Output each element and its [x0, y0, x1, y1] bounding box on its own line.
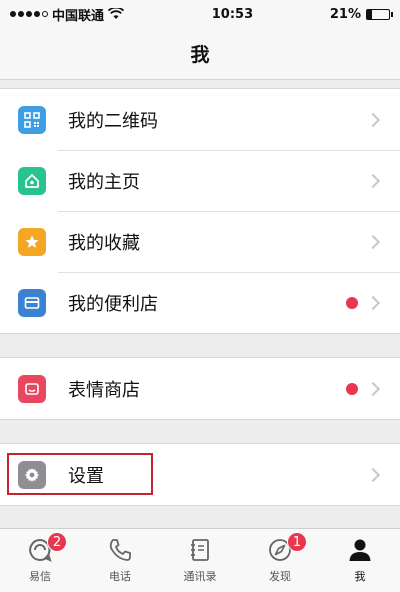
tab-phone[interactable]: 电话	[80, 529, 160, 592]
menu-item-label: 我的收藏	[68, 232, 140, 254]
menu-item-qr-code[interactable]: 我的二维码	[0, 89, 400, 150]
battery-level	[367, 9, 372, 19]
tab-contacts[interactable]: 通讯录	[160, 529, 240, 592]
clock: 10:53	[211, 6, 254, 22]
tab-label: 电话	[109, 570, 131, 583]
emoji-store-icon	[18, 374, 46, 403]
notification-dot	[346, 296, 358, 309]
notification-dot	[346, 382, 358, 395]
tab-bar: 2 易信 电话 通讯录 1 发现 我	[0, 528, 400, 592]
menu-item-store[interactable]: 我的便利店	[0, 272, 400, 333]
page-title: 我	[190, 44, 210, 66]
chevron-right-icon	[365, 467, 381, 482]
menu-item-label: 我的便利店	[68, 293, 158, 315]
wifi-icon	[108, 8, 125, 20]
menu-item-sticker-store[interactable]: 表情商店	[0, 358, 400, 419]
carrier-label: 中国联通	[52, 8, 105, 24]
sticker-store-group: 表情商店	[0, 357, 400, 420]
chat-icon: 2	[25, 532, 67, 565]
unread-badge: 1	[287, 532, 307, 552]
contacts-icon	[185, 535, 215, 565]
person-icon	[345, 535, 375, 565]
menu-item-label: 表情商店	[68, 379, 140, 401]
tab-label: 通讯录	[183, 570, 217, 583]
status-bar: 中国联通 10:53 21%	[0, 0, 400, 28]
home-icon	[18, 166, 46, 195]
chevron-right-icon	[365, 173, 381, 188]
chevron-right-icon	[365, 381, 381, 396]
battery-icon	[366, 8, 393, 20]
profile-menu-group: 我的二维码 我的主页 我的收藏 我的便利店	[0, 88, 400, 334]
highlight-box	[7, 453, 153, 495]
menu-item-label: 我的二维码	[68, 110, 158, 132]
battery-percent: 21%	[329, 6, 361, 22]
tab-messages[interactable]: 2 易信	[0, 529, 80, 592]
menu-item-label: 我的主页	[68, 171, 140, 193]
settings-group: 设置	[0, 443, 400, 506]
menu-item-favorites[interactable]: 我的收藏	[0, 211, 400, 272]
chevron-right-icon	[365, 295, 381, 310]
menu-item-homepage[interactable]: 我的主页	[0, 150, 400, 211]
card-icon	[18, 288, 46, 317]
menu-item-settings[interactable]: 设置	[0, 444, 400, 505]
tab-label: 易信	[29, 570, 51, 583]
star-icon	[18, 227, 46, 256]
chevron-right-icon	[365, 112, 381, 127]
tab-label: 发现	[269, 570, 291, 583]
phone-icon	[105, 535, 135, 565]
compass-icon: 1	[265, 532, 307, 565]
qr-code-icon	[18, 105, 46, 134]
signal-icon	[10, 11, 48, 17]
chevron-right-icon	[365, 234, 381, 249]
tab-label: 我	[354, 570, 366, 583]
tab-discover[interactable]: 1 发现	[240, 529, 320, 592]
unread-badge: 2	[47, 532, 67, 552]
tab-me[interactable]: 我	[320, 529, 400, 592]
navigation-bar: 我	[0, 28, 400, 80]
